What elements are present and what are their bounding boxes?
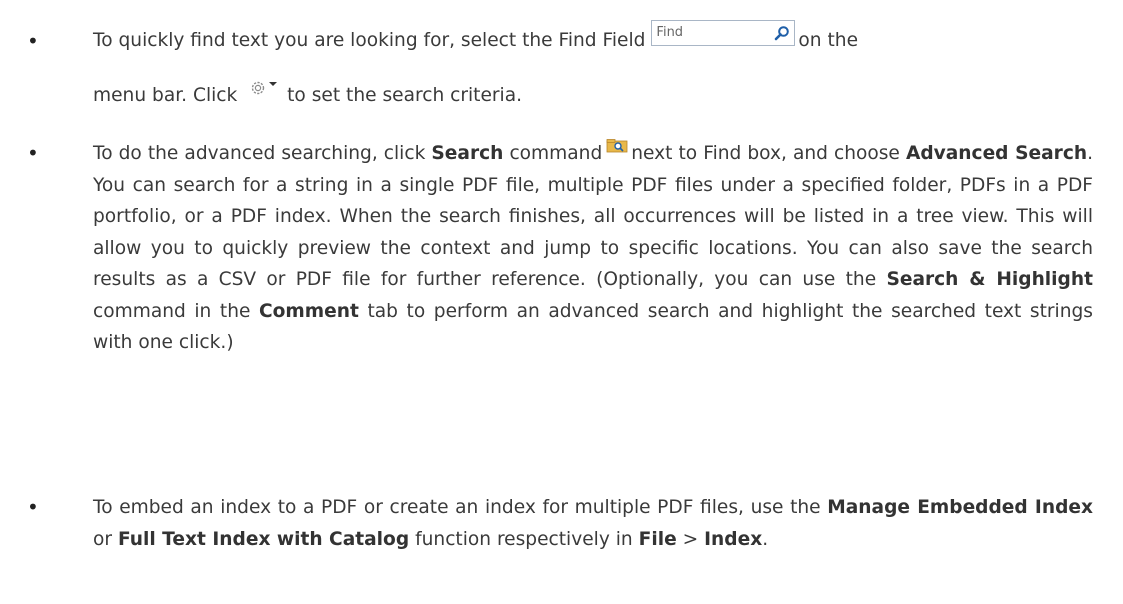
find-field-placeholder: Find xyxy=(656,25,684,41)
find-field-image: Find xyxy=(651,20,796,46)
bullet-item-index: • To embed an index to a PDF or create a… xyxy=(0,492,1123,555)
item2-text-4: . You can search for a string in a singl… xyxy=(93,143,1093,290)
full-text-index-label: Full Text Index with Catalog xyxy=(117,528,410,550)
manage-embedded-index-label: Manage Embedded Index xyxy=(827,497,1093,518)
magnifier-icon xyxy=(775,26,790,41)
advanced-search-label: Advanced Search xyxy=(905,143,1088,164)
item1-text-1: To quickly find text you are looking for… xyxy=(93,30,646,52)
search-options-image xyxy=(249,79,278,97)
item3-text-3: function respectively in xyxy=(415,528,633,550)
item1-text-4: to set the search criteria. xyxy=(287,85,523,106)
item3-text-5: . xyxy=(762,528,769,550)
search-label: Search xyxy=(431,143,504,164)
bullet-item-advanced-search: • To do the advanced searching, click Se… xyxy=(0,138,1123,359)
item2-text-2: command xyxy=(509,143,603,164)
gear-icon xyxy=(252,81,265,95)
comment-tab-label: Comment xyxy=(259,300,359,322)
dropdown-caret-icon xyxy=(269,82,278,86)
file-menu-label: File xyxy=(638,528,677,550)
item1-line2: menu bar. Click to set the search criter… xyxy=(93,80,1093,112)
item2-text-5: command in the xyxy=(93,300,251,322)
menu-separator: > xyxy=(682,528,699,550)
item2-text-3: next to Find box, and choose xyxy=(631,143,900,164)
item1-text-3: menu bar. Click xyxy=(93,85,238,106)
item3-text-1: To embed an index to a PDF or create an … xyxy=(93,497,821,518)
folder-search-icon xyxy=(606,139,628,153)
item3-paragraph: To embed an index to a PDF or create an … xyxy=(0,492,1123,555)
item1-text-2: on the xyxy=(798,30,859,52)
item1-line1: To quickly find text you are looking for… xyxy=(93,12,1093,70)
item2-paragraph: To do the advanced searching, click Sear… xyxy=(0,138,1123,359)
item3-text-2: or xyxy=(93,528,113,550)
index-menu-label: Index xyxy=(704,528,763,550)
item2-text-1: To do the advanced searching, click xyxy=(93,143,426,164)
search-highlight-label: Search & Highlight xyxy=(886,269,1093,290)
bullet-item-find-field: • To quickly find text you are looking f… xyxy=(0,12,1123,112)
